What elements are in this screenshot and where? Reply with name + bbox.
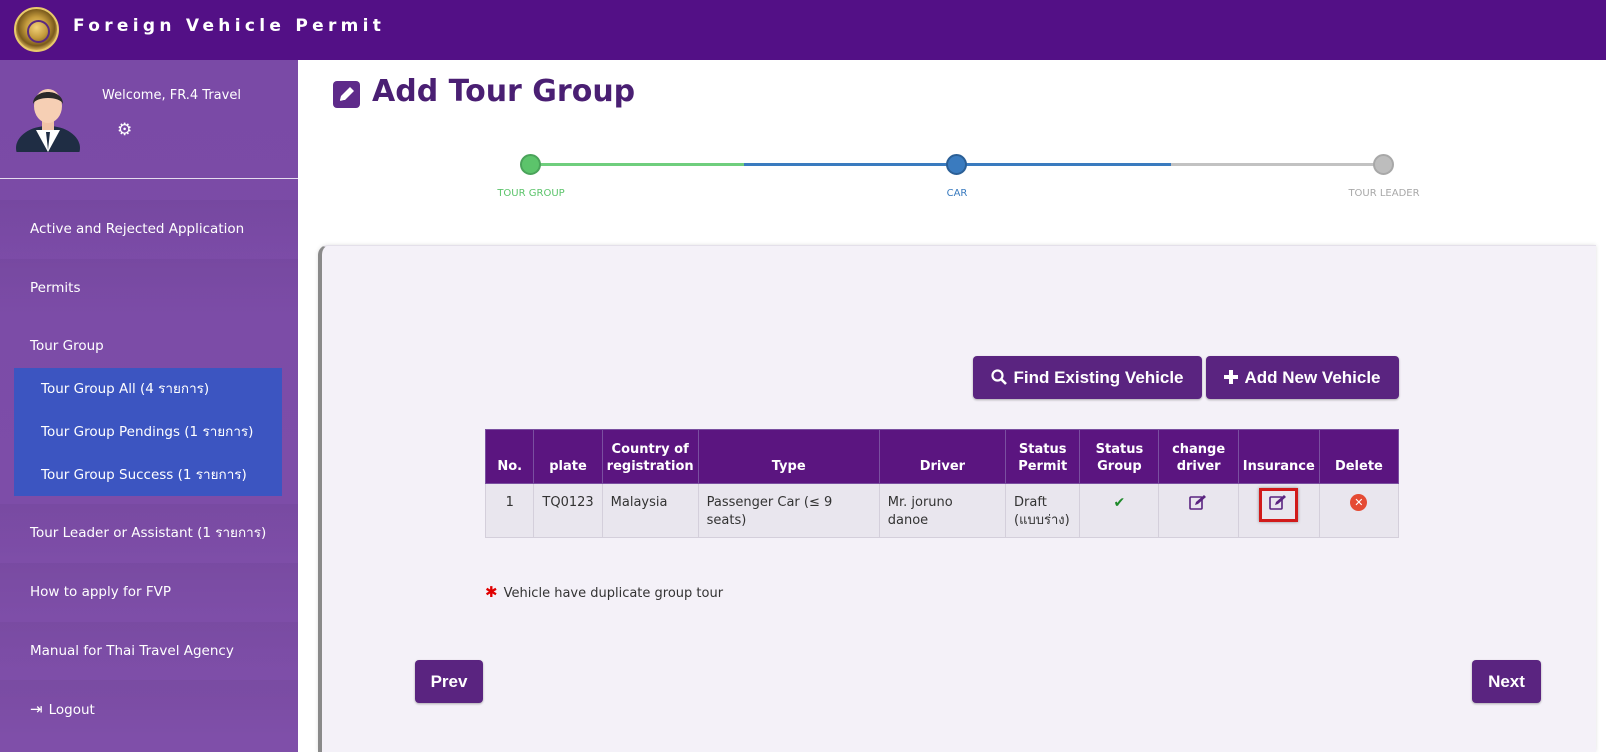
logout-icon: ⇥ (30, 700, 43, 718)
sidebar-item-logout[interactable]: ⇥ Logout (0, 680, 298, 738)
step-label-car: CAR (946, 188, 968, 199)
column-header: Country of registration (601, 429, 699, 484)
sidebar-item-active-rejected[interactable]: Active and Rejected Application (0, 200, 298, 258)
cell-no: 1 (484, 483, 535, 538)
asterisk-icon: ✱ (485, 583, 498, 601)
sidebar-item-tour-leader[interactable]: Tour Leader or Assistant (1 รายการ) (0, 504, 298, 562)
plus-icon (1224, 368, 1239, 388)
cell-type: Passenger Car (≤ 9 seats) (697, 483, 880, 538)
cell-change-driver (1158, 483, 1239, 538)
check-icon: ✔ (1113, 495, 1126, 511)
prev-button[interactable]: Prev (415, 660, 483, 703)
sidebar-item-label: Tour Group (30, 338, 104, 354)
insurance-edit-icon (1269, 494, 1288, 510)
submenu-item-label: Tour Group Pendings (1 รายการ) (41, 424, 254, 440)
submenu-item-label: Tour Group All (4 รายการ) (41, 381, 210, 397)
column-header: No. (484, 429, 535, 484)
find-existing-vehicle-label: Find Existing Vehicle (1013, 367, 1184, 387)
column-header: Status Group (1079, 429, 1160, 484)
step-label-tour-group: TOUR GROUP (497, 188, 565, 199)
prev-button-label: Prev (430, 671, 468, 691)
sidebar: Welcome, FR.4 Travel ⚙ Active and Reject… (0, 60, 298, 752)
submenu-item-success[interactable]: Tour Group Success (1 รายการ) (14, 454, 282, 496)
tour-group-submenu: Tour Group All (4 รายการ) Tour Group Pen… (14, 368, 282, 496)
vehicle-table: No. plate Country of registration Type D… (484, 429, 1400, 538)
column-header: Driver (878, 429, 1007, 484)
step-connector-pending (1171, 163, 1384, 166)
step-label-tour-leader: TOUR LEADER (1348, 188, 1420, 199)
sidebar-item-label: Active and Rejected Application (30, 221, 245, 237)
submenu-item-pendings[interactable]: Tour Group Pendings (1 รายการ) (14, 411, 282, 453)
cell-delete: ✕ (1318, 483, 1400, 538)
duplicate-note: ✱ Vehicle have duplicate group tour (485, 583, 723, 601)
sidebar-item-label: How to apply for FVP (30, 584, 172, 600)
table-row: 1 TQ0123 Malaysia Passenger Car (≤ 9 sea… (484, 483, 1400, 538)
step-dot-tour-group[interactable] (520, 154, 541, 175)
sidebar-item-how-to-apply[interactable]: How to apply for FVP (0, 563, 298, 621)
welcome-text: Welcome, FR.4 Travel (102, 88, 241, 103)
sidebar-item-manual[interactable]: Manual for Thai Travel Agency (0, 622, 298, 680)
cell-driver: Mr. joruno danoe (878, 483, 1007, 538)
emblem-logo (14, 7, 59, 52)
find-existing-vehicle-button[interactable]: Find Existing Vehicle (973, 356, 1202, 399)
sidebar-item-label: Logout (48, 702, 95, 718)
cell-plate: TQ0123 (533, 483, 603, 538)
sidebar-item-tour-group[interactable]: Tour Group (0, 317, 298, 375)
duplicate-note-text: Vehicle have duplicate group tour (503, 586, 724, 601)
edit-square-icon (333, 81, 360, 108)
page-title: Add Tour Group (372, 74, 636, 109)
next-button-label: Next (1488, 671, 1525, 691)
sidebar-divider (0, 178, 298, 179)
insurance-edit-button[interactable] (1259, 488, 1299, 522)
user-avatar (16, 89, 80, 152)
cell-country: Malaysia (601, 483, 699, 538)
column-header: Insurance (1237, 429, 1320, 484)
step-connector-done (530, 163, 744, 166)
column-header: Status Permit (1005, 429, 1081, 484)
submenu-item-all[interactable]: Tour Group All (4 รายการ) (14, 368, 282, 410)
search-icon (991, 368, 1008, 388)
sidebar-item-label: Permits (30, 280, 81, 296)
sidebar-item-permits[interactable]: Permits (0, 259, 298, 317)
column-header: change driver (1158, 429, 1239, 484)
cell-status-group: ✔ (1079, 483, 1160, 538)
app-title: Foreign Vehicle Permit (73, 16, 386, 36)
delete-icon[interactable]: ✕ (1350, 494, 1368, 511)
add-new-vehicle-label: Add New Vehicle (1244, 367, 1381, 387)
next-button[interactable]: Next (1472, 660, 1541, 703)
cell-status-permit: Draft (แบบร่าง) (1005, 483, 1081, 538)
table-header-row: No. plate Country of registration Type D… (484, 429, 1400, 484)
step-dot-tour-leader[interactable] (1373, 154, 1394, 175)
cell-insurance (1237, 483, 1320, 538)
change-driver-edit-icon[interactable] (1189, 494, 1208, 510)
top-bar: Foreign Vehicle Permit (0, 0, 1606, 60)
column-header: plate (533, 429, 603, 484)
step-dot-car[interactable] (946, 154, 967, 175)
add-new-vehicle-button[interactable]: Add New Vehicle (1206, 356, 1399, 399)
column-header: Type (697, 429, 880, 484)
column-header: Delete (1318, 429, 1400, 484)
settings-gear-icon[interactable]: ⚙ (117, 122, 132, 139)
submenu-item-label: Tour Group Success (1 รายการ) (41, 467, 247, 483)
sidebar-item-label: Manual for Thai Travel Agency (30, 643, 234, 659)
sidebar-item-label: Tour Leader or Assistant (1 รายการ) (30, 525, 267, 541)
